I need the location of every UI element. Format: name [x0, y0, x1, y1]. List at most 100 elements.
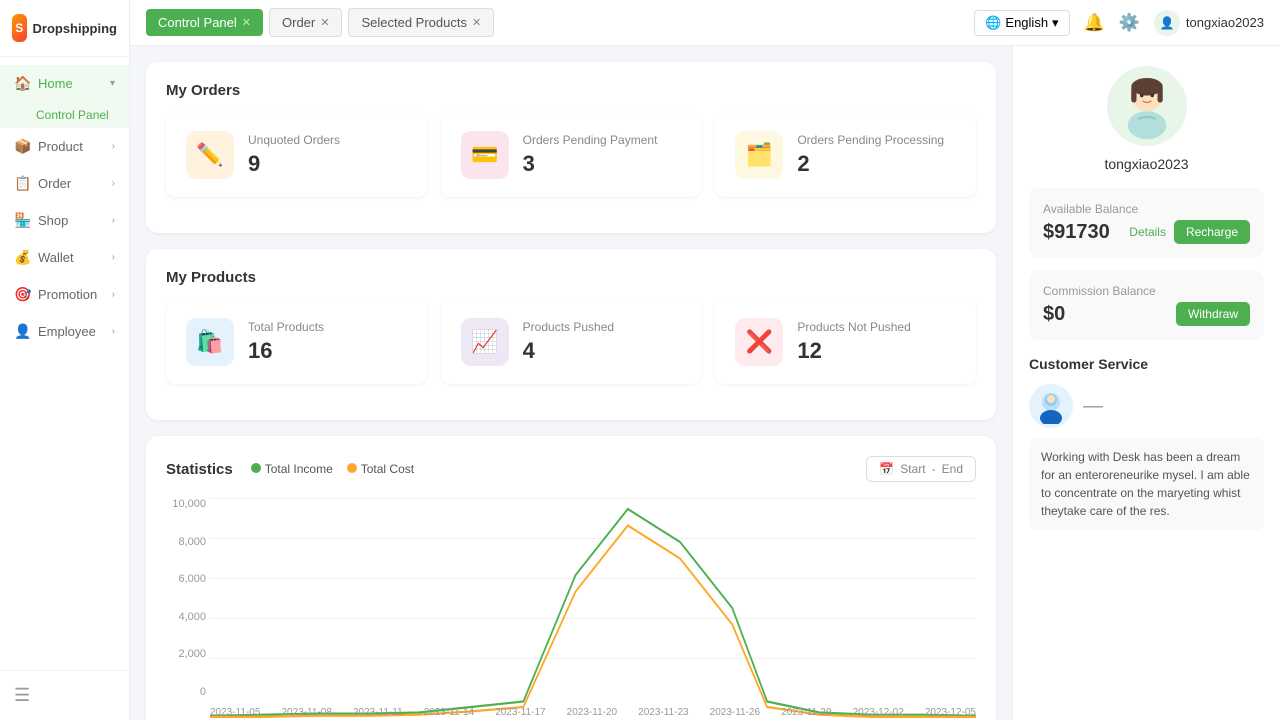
products-pushed-label: Products Pushed: [523, 320, 614, 334]
unquoted-orders-icon: ✏️: [186, 131, 234, 179]
recharge-button[interactable]: Recharge: [1174, 220, 1250, 244]
available-balance-label: Available Balance: [1043, 202, 1250, 216]
my-orders-section: My Orders ✏️ Unquoted Orders 9 💳 Orders …: [146, 62, 996, 233]
sidebar-bottom: ☰: [0, 670, 129, 720]
chevron-promotion: ›: [112, 289, 115, 300]
total-products-icon: 🛍️: [186, 318, 234, 366]
sidebar-item-control-panel[interactable]: Control Panel: [0, 102, 129, 128]
chevron-order: ›: [112, 178, 115, 189]
tab-selected-products[interactable]: Selected Products ✕: [348, 8, 494, 37]
my-products-section: My Products 🛍️ Total Products 16 📈 Produ…: [146, 249, 996, 420]
sidebar-label-employee: Employee: [38, 324, 96, 339]
settings-gear-icon[interactable]: ⚙️: [1119, 13, 1140, 33]
products-not-pushed-icon: ❌: [735, 318, 783, 366]
avatar-icon: 👤: [1159, 16, 1174, 30]
logo-text: Dropshipping: [33, 21, 118, 36]
sidebar-label-home: Home: [38, 76, 73, 91]
my-orders-title: My Orders: [166, 82, 976, 99]
sidebar-item-order[interactable]: 📋 Order ›: [0, 165, 129, 202]
date-range-picker[interactable]: 📅 Start - End: [866, 456, 976, 482]
home-icon: 🏠: [14, 75, 30, 92]
products-pushed-card: 📈 Products Pushed 4: [441, 300, 702, 384]
promotion-icon: 🎯: [14, 286, 30, 303]
available-balance-row: $91730 Details Recharge: [1043, 220, 1250, 244]
menu-icon[interactable]: ☰: [14, 685, 30, 705]
sidebar-label-promotion: Promotion: [38, 287, 97, 302]
pending-payment-icon: 💳: [461, 131, 509, 179]
tab-control-panel[interactable]: Control Panel ✕: [146, 9, 263, 36]
chevron-wallet: ›: [112, 252, 115, 263]
details-button[interactable]: Details: [1129, 225, 1166, 239]
globe-icon: 🌐: [985, 15, 1001, 31]
chevron-product: ›: [112, 141, 115, 152]
chevron-shop: ›: [112, 215, 115, 226]
legend-cost: Total Cost: [347, 462, 414, 476]
unquoted-orders-label: Unquoted Orders: [248, 133, 340, 147]
date-start: Start: [900, 462, 925, 476]
pending-processing-icon: 🗂️: [735, 131, 783, 179]
sidebar-item-home[interactable]: 🏠 Home ▾: [0, 65, 129, 102]
chart-xaxis: 2023-11-05 2023-11-08 2023-11-11 2023-11…: [210, 707, 976, 718]
right-panel: tongxiao2023 Available Balance $91730 De…: [1012, 46, 1280, 720]
commission-balance-row: $0 Withdraw: [1043, 302, 1250, 326]
cs-agent: —: [1029, 384, 1264, 428]
products-pushed-info: Products Pushed 4: [523, 320, 614, 364]
tab-order[interactable]: Order ✕: [269, 8, 342, 37]
sidebar-item-employee[interactable]: 👤 Employee ›: [0, 313, 129, 350]
commission-balance-label: Commission Balance: [1043, 284, 1250, 298]
total-products-card: 🛍️ Total Products 16: [166, 300, 427, 384]
chevron-down-icon: ▾: [1052, 15, 1059, 31]
product-icon: 📦: [14, 138, 30, 155]
pending-payment-info: Orders Pending Payment 3: [523, 133, 658, 177]
main-area: Control Panel ✕ Order ✕ Selected Product…: [130, 0, 1280, 720]
available-balance-amount: $91730: [1043, 221, 1110, 244]
sidebar-label-order: Order: [38, 176, 71, 191]
sidebar-item-wallet[interactable]: 💰 Wallet ›: [0, 239, 129, 276]
order-icon: 📋: [14, 175, 30, 192]
calendar-icon: 📅: [879, 462, 894, 476]
language-selector[interactable]: 🌐 English ▾: [974, 10, 1069, 36]
shop-icon: 🏪: [14, 212, 30, 229]
tab-label-selected-products: Selected Products: [361, 15, 467, 30]
sidebar-label-wallet: Wallet: [38, 250, 74, 265]
chart-svg: [210, 498, 976, 718]
available-balance-section: Available Balance $91730 Details Recharg…: [1029, 188, 1264, 258]
statistics-title: Statistics: [166, 461, 233, 478]
cs-quote: Working with Desk has been a dream for a…: [1029, 438, 1264, 530]
user-avatar: [1107, 66, 1187, 146]
chevron-employee: ›: [112, 326, 115, 337]
sidebar-label-product: Product: [38, 139, 83, 154]
chevron-home: ▾: [110, 78, 115, 89]
sidebar-item-shop[interactable]: 🏪 Shop ›: [0, 202, 129, 239]
sidebar-item-promotion[interactable]: 🎯 Promotion ›: [0, 276, 129, 313]
products-not-pushed-card: ❌ Products Not Pushed 12: [715, 300, 976, 384]
tab-close-order[interactable]: ✕: [320, 16, 329, 29]
total-products-info: Total Products 16: [248, 320, 324, 364]
tab-label-control-panel: Control Panel: [158, 15, 237, 30]
cs-avatar-illustration: [1033, 388, 1069, 424]
user-menu[interactable]: 👤 tongxiao2023: [1154, 10, 1264, 36]
products-not-pushed-value: 12: [797, 338, 910, 364]
tab-close-control-panel[interactable]: ✕: [242, 16, 251, 29]
wallet-icon: 💰: [14, 249, 30, 266]
pending-processing-value: 2: [797, 151, 944, 177]
user-avatar-wrap: [1107, 66, 1187, 146]
unquoted-orders-card: ✏️ Unquoted Orders 9: [166, 113, 427, 197]
products-pushed-value: 4: [523, 338, 614, 364]
username-topbar: tongxiao2023: [1186, 15, 1264, 30]
commission-balance-amount: $0: [1043, 303, 1065, 326]
pending-payment-value: 3: [523, 151, 658, 177]
notification-bell-icon[interactable]: 🔔: [1084, 13, 1105, 33]
products-not-pushed-info: Products Not Pushed 12: [797, 320, 910, 364]
withdraw-button[interactable]: Withdraw: [1176, 302, 1250, 326]
sidebar-item-product[interactable]: 📦 Product ›: [0, 128, 129, 165]
pending-processing-label: Orders Pending Processing: [797, 133, 944, 147]
pending-payment-label: Orders Pending Payment: [523, 133, 658, 147]
chart-legend: Total Income Total Cost: [251, 462, 414, 476]
commission-balance-section: Commission Balance $0 Withdraw: [1029, 270, 1264, 340]
tab-close-selected-products[interactable]: ✕: [472, 16, 481, 29]
statistics-section: Statistics Total Income Total Cost 📅 Sta…: [146, 436, 996, 720]
products-not-pushed-label: Products Not Pushed: [797, 320, 910, 334]
employee-icon: 👤: [14, 323, 30, 340]
pending-processing-card: 🗂️ Orders Pending Processing 2: [715, 113, 976, 197]
